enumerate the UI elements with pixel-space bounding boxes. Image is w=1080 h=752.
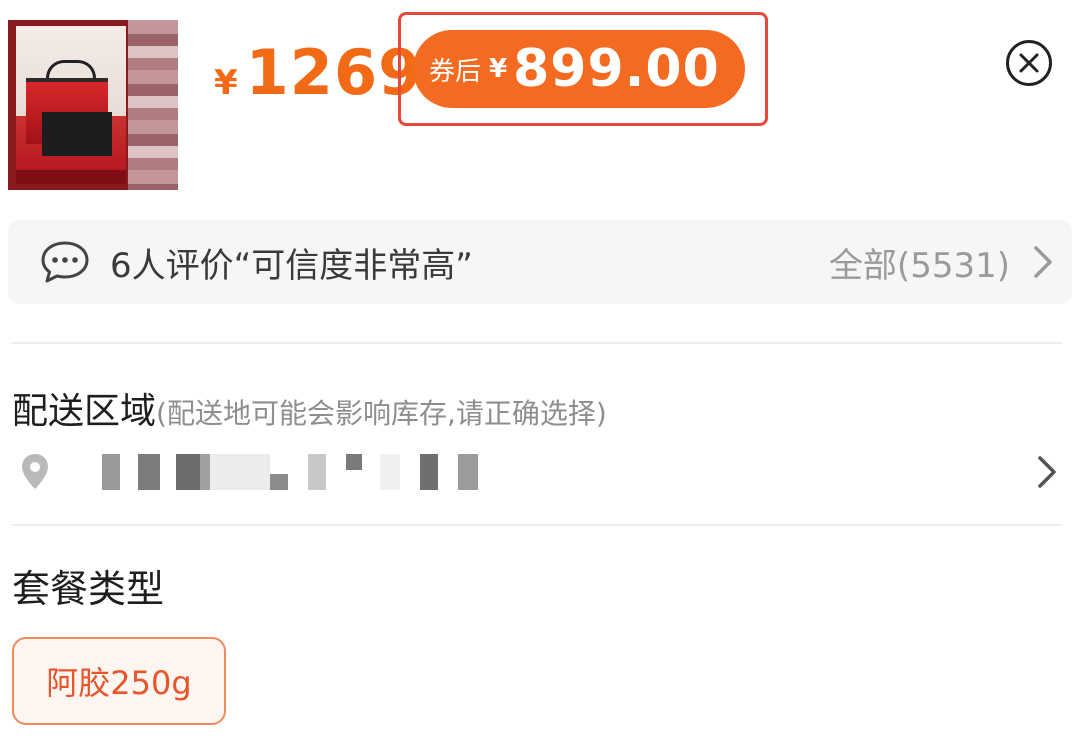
blurred-address	[210, 454, 270, 490]
coupon-price-badge: 券后 ¥ 899.00	[413, 30, 745, 108]
product-thumbnail[interactable]	[8, 20, 178, 190]
blurred-address	[346, 454, 362, 470]
location-pin-icon	[22, 454, 48, 489]
thumbnail-caption-strip	[16, 170, 126, 184]
close-button[interactable]	[1006, 40, 1052, 86]
coupon-currency-symbol: ¥	[489, 54, 508, 84]
blurred-address	[458, 454, 478, 490]
blurred-address	[270, 474, 288, 490]
blurred-address	[420, 454, 438, 490]
chevron-right-icon	[1034, 246, 1052, 278]
coupon-price-value: 899.00	[513, 39, 720, 99]
package-type-heading: 套餐类型	[12, 567, 165, 611]
coupon-label: 券后	[429, 56, 482, 87]
gift-box-dark-graphic	[42, 112, 112, 156]
blurred-address	[380, 454, 400, 490]
all-reviews-link[interactable]: 全部(5531)	[829, 238, 1010, 287]
delivery-area-heading: 配送区域 (配送地可能会影响库存,请正确选择)	[12, 382, 607, 434]
blurred-address	[308, 454, 326, 490]
delivery-area-hint: (配送地可能会影响库存,请正确选择)	[156, 397, 607, 430]
section-divider	[12, 342, 1062, 344]
original-price: ¥ 1269	[214, 36, 422, 116]
blurred-address	[102, 454, 120, 490]
package-option-chip[interactable]: 阿胶250g	[12, 637, 226, 725]
chat-bubble-icon	[41, 241, 89, 283]
delivery-area-title: 配送区域	[12, 391, 157, 432]
chevron-right-icon	[1038, 456, 1056, 488]
review-summary: 6人评价“可信度非常高”	[110, 245, 473, 286]
blurred-address	[138, 454, 160, 490]
blurred-address	[176, 454, 200, 490]
blurred-address	[200, 454, 210, 490]
section-divider	[12, 524, 1062, 526]
original-price-value: 1269	[245, 36, 423, 109]
delivery-address-row[interactable]	[12, 448, 1072, 498]
close-circle-icon	[1019, 53, 1039, 73]
reviews-row[interactable]: 6人评价“可信度非常高” 全部(5531)	[8, 220, 1072, 304]
thumbnail-blurred-panel	[128, 20, 178, 190]
currency-symbol: ¥	[214, 63, 238, 103]
